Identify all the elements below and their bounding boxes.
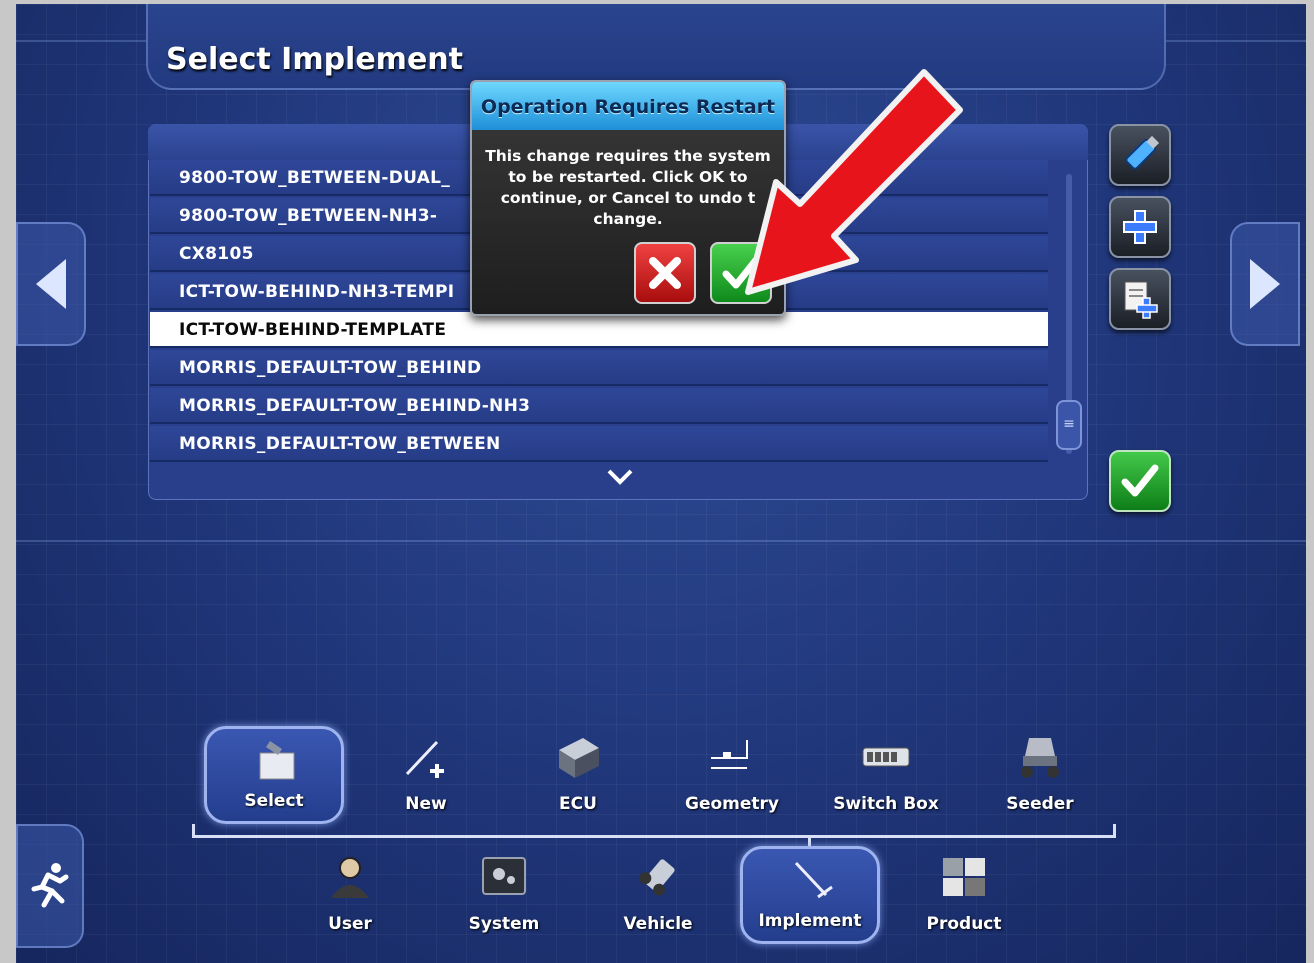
- nav-implement[interactable]: Implement: [740, 846, 880, 944]
- nav-product[interactable]: Product: [894, 846, 1034, 944]
- confirm-check-icon: [1121, 464, 1159, 497]
- list-item[interactable]: MORRIS_DEFAULT-TOW_BETWEEN: [150, 426, 1048, 462]
- switch-box-icon: [862, 747, 910, 767]
- usb-button[interactable]: [1109, 124, 1171, 186]
- system-icon: [482, 857, 526, 895]
- confirm-button[interactable]: [1109, 450, 1171, 512]
- list-item[interactable]: MORRIS_DEFAULT-TOW_BEHIND: [150, 350, 1048, 386]
- new-implement-icon: [405, 740, 444, 778]
- close-icon: [649, 257, 681, 289]
- vehicle-icon: [639, 859, 675, 896]
- folder-icon: [259, 741, 295, 780]
- nav-bracket: [192, 824, 1116, 838]
- nav-switch-box[interactable]: Switch Box: [816, 726, 956, 824]
- ecu-icon: [559, 738, 599, 778]
- nav-geometry-label: Geometry: [685, 794, 779, 814]
- screen: Select Implement 9800-TOW_BETWEEN-DUAL_ …: [16, 4, 1306, 963]
- cancel-button[interactable]: [634, 242, 696, 304]
- geometry-icon: [711, 740, 748, 769]
- nav-implement-label: Implement: [758, 911, 862, 931]
- previous-page-button[interactable]: [16, 222, 86, 346]
- nav-user-label: User: [328, 914, 372, 934]
- nav-ecu-label: ECU: [559, 794, 597, 814]
- nav-system-label: System: [468, 914, 540, 934]
- next-page-button[interactable]: [1230, 222, 1300, 346]
- nav-new[interactable]: New: [356, 726, 496, 824]
- user-icon: [331, 857, 369, 898]
- nav-geometry[interactable]: Geometry: [662, 726, 802, 824]
- add-implement-button[interactable]: [1109, 196, 1171, 258]
- nav-ecu[interactable]: ECU: [508, 726, 648, 824]
- nav-product-label: Product: [926, 914, 1002, 934]
- add-icon: [1123, 210, 1157, 244]
- annotation-arrow: [745, 69, 963, 295]
- nav-select-label: Select: [244, 791, 304, 811]
- mid-band: [16, 540, 1306, 542]
- product-icon: [943, 858, 985, 896]
- nav-select[interactable]: Select: [204, 726, 344, 824]
- nav-seeder[interactable]: Seeder: [970, 726, 1110, 824]
- copy-implement-button[interactable]: [1109, 268, 1171, 330]
- nav-system[interactable]: System: [434, 846, 574, 944]
- seeder-icon: [1021, 738, 1059, 778]
- page-title: Select Implement: [166, 42, 463, 77]
- arrow-left-icon: [36, 259, 66, 309]
- implement-icon: [794, 861, 833, 899]
- add-document-icon: [1124, 281, 1158, 319]
- nav-seeder-label: Seeder: [1006, 794, 1074, 814]
- arrow-right-icon: [1250, 259, 1280, 309]
- nav-new-label: New: [405, 794, 447, 814]
- chevron-down-icon: [607, 469, 633, 485]
- scroll-down-button[interactable]: [596, 464, 644, 494]
- list-item[interactable]: MORRIS_DEFAULT-TOW_BEHIND-NH3: [150, 388, 1048, 424]
- nav-vehicle[interactable]: Vehicle: [588, 846, 728, 944]
- nav-user[interactable]: User: [280, 846, 420, 944]
- list-item-selected[interactable]: ICT-TOW-BEHIND-TEMPLATE: [150, 312, 1048, 348]
- nav-switch-box-label: Switch Box: [833, 794, 939, 814]
- scrollbar-thumb[interactable]: ≡: [1056, 400, 1082, 450]
- usb-icon: [1125, 135, 1160, 170]
- running-person-icon: [31, 863, 69, 908]
- nav-vehicle-label: Vehicle: [623, 914, 693, 934]
- exit-button[interactable]: [16, 824, 84, 948]
